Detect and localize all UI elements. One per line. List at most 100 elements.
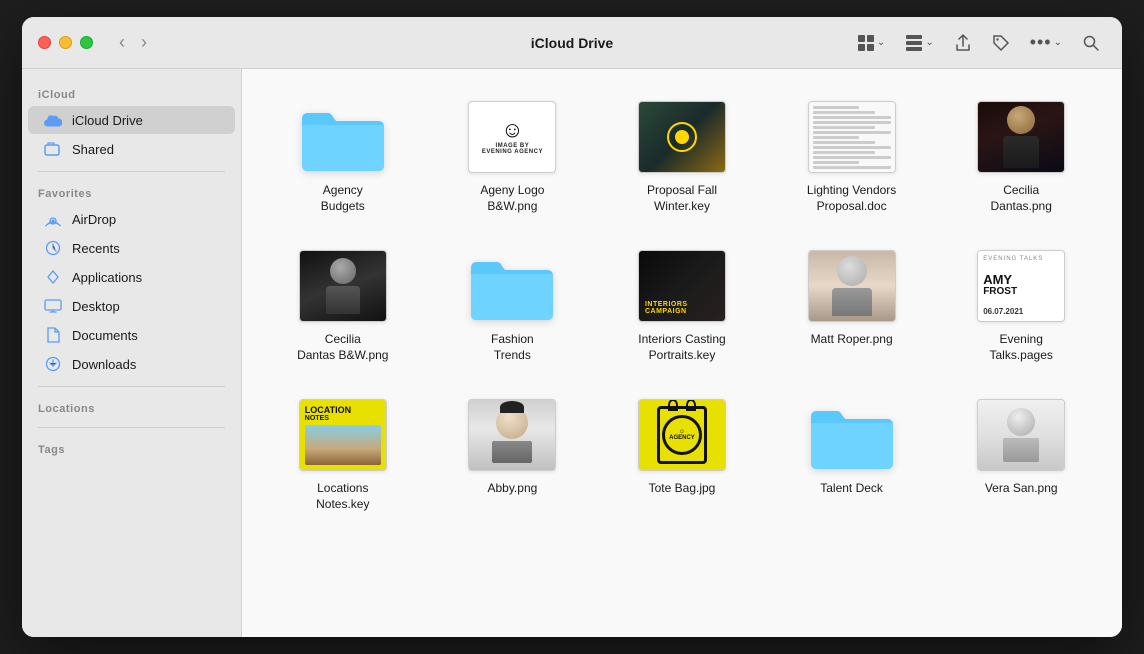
minimize-button[interactable]	[59, 36, 72, 49]
loc-subtitle: NOTES	[305, 415, 381, 422]
browse-icon	[905, 34, 923, 52]
file-thumb-lighting-vendors: PROPOSAL	[802, 97, 902, 177]
view-grid-button[interactable]: ⌄	[851, 30, 891, 56]
lv-line-7	[813, 136, 860, 139]
back-button[interactable]: ‹	[113, 30, 131, 55]
lighting-vendors-bg: PROPOSAL	[809, 102, 895, 172]
folder-icon	[298, 101, 388, 173]
file-name-abby: Abby.png	[487, 481, 537, 497]
sidebar-item-desktop[interactable]: Desktop	[28, 292, 235, 320]
sidebar-item-applications[interactable]: Applications	[28, 263, 235, 291]
file-item-matt-roper[interactable]: Matt Roper.png	[771, 238, 933, 371]
share-button[interactable]	[948, 30, 978, 56]
file-item-vera-san[interactable]: Vera San.png	[940, 387, 1102, 520]
cloud-icon	[44, 111, 62, 129]
proposal-fw-bg	[639, 102, 725, 172]
file-name-interiors: Interiors CastingPortraits.key	[638, 332, 725, 363]
sidebar-item-downloads-label: Downloads	[72, 357, 136, 372]
file-thumb-tote-bag: ☺AGENCY	[632, 395, 732, 475]
file-name-locations-notes: LocationsNotes.key	[316, 481, 369, 512]
maximize-button[interactable]	[80, 36, 93, 49]
downloads-icon	[44, 355, 62, 373]
et-name-container: AMY FROST	[983, 273, 1059, 297]
file-thumb-cecilia-bw	[293, 246, 393, 326]
sidebar-item-documents[interactable]: Documents	[28, 321, 235, 349]
file-thumb-locations-notes: LOCATION NOTES	[293, 395, 393, 475]
file-name-cecilia-bw: CeciliaDantas B&W.png	[297, 332, 388, 363]
file-name-lighting-vendors: Lighting VendorsProposal.doc	[807, 183, 896, 214]
search-icon	[1082, 34, 1100, 52]
file-grid: AgencyBudgets ☺ IMAGE BY EVENING AGENCY	[262, 89, 1102, 521]
tote-circle: ☺AGENCY	[662, 415, 702, 455]
file-item-interiors[interactable]: INTERIORSCAMPAIGN Interiors CastingPortr…	[601, 238, 763, 371]
file-thumb-vera-san	[971, 395, 1071, 475]
sidebar-item-documents-label: Documents	[72, 328, 138, 343]
file-thumb-interiors: INTERIORSCAMPAIGN	[632, 246, 732, 326]
folder-icon-fashion	[467, 250, 557, 322]
locations-section-label: Locations	[22, 395, 241, 419]
preview-matt-roper	[808, 250, 896, 322]
window-title: iCloud Drive	[531, 35, 613, 51]
file-item-abby[interactable]: Abby.png	[432, 387, 594, 520]
preview-proposal-fw	[638, 101, 726, 173]
evening-talks-bg: EVENING TALKS AMY FROST 06.07.2021	[978, 251, 1064, 321]
file-item-locations-notes[interactable]: LOCATION NOTES LocationsNotes.key	[262, 387, 424, 520]
preview-evening-talks: EVENING TALKS AMY FROST 06.07.2021	[977, 250, 1065, 322]
sidebar-item-recents[interactable]: Recents	[28, 234, 235, 262]
sidebar-item-shared-label: Shared	[72, 142, 114, 157]
file-name-vera-san: Vera San.png	[985, 481, 1058, 497]
preview-locations-notes: LOCATION NOTES	[299, 399, 387, 471]
cecilia-bw-bg	[300, 251, 386, 321]
file-name-matt-roper: Matt Roper.png	[811, 332, 893, 348]
applications-icon	[44, 268, 62, 286]
file-item-evening-talks[interactable]: EVENING TALKS AMY FROST 06.07.2021 Eveni…	[940, 238, 1102, 371]
file-thumb-agency-budgets	[293, 97, 393, 177]
file-item-agency-logo[interactable]: ☺ IMAGE BY EVENING AGENCY Ageny LogoB&W.…	[432, 89, 594, 222]
tags-section-label: Tags	[22, 436, 241, 460]
file-item-fashion-trends[interactable]: FashionTrends	[432, 238, 594, 371]
file-item-proposal-fw[interactable]: Proposal FallWinter.key	[601, 89, 763, 222]
file-thumb-matt-roper	[802, 246, 902, 326]
file-item-agency-budgets[interactable]: AgencyBudgets	[262, 89, 424, 222]
et-name: AMY	[983, 273, 1059, 286]
search-button[interactable]	[1076, 30, 1106, 56]
file-thumb-cecilia-dantas	[971, 97, 1071, 177]
more-button[interactable]: ••• ⌄	[1024, 28, 1068, 57]
toolbar-right: ⌄ ⌄	[851, 28, 1106, 57]
sidebar-item-icloud-drive[interactable]: iCloud Drive	[28, 106, 235, 134]
sidebar-item-recents-label: Recents	[72, 241, 120, 256]
file-name-evening-talks: EveningTalks.pages	[990, 332, 1053, 363]
lv-line-13	[813, 166, 891, 169]
preview-cecilia-bw	[299, 250, 387, 322]
nav-buttons: ‹ ›	[113, 30, 153, 55]
main-layout: iCloud iCloud Drive Shared	[22, 69, 1122, 637]
close-button[interactable]	[38, 36, 51, 49]
file-item-talent-deck[interactable]: Talent Deck	[771, 387, 933, 520]
file-item-cecilia-dantas[interactable]: CeciliaDantas.png	[940, 89, 1102, 222]
file-thumb-proposal-fw	[632, 97, 732, 177]
matt-roper-bg	[809, 251, 895, 321]
interiors-text: INTERIORSCAMPAIGN	[645, 301, 688, 315]
tag-button[interactable]	[986, 30, 1016, 56]
file-name-talent-deck: Talent Deck	[820, 481, 883, 497]
lv-line-1	[813, 106, 860, 109]
sidebar-divider-2	[38, 386, 225, 387]
sidebar-item-downloads[interactable]: Downloads	[28, 350, 235, 378]
tote-bg: ☺AGENCY	[639, 400, 725, 470]
file-item-cecilia-bw[interactable]: CeciliaDantas B&W.png	[262, 238, 424, 371]
desktop-icon	[44, 297, 62, 315]
file-item-tote-bag[interactable]: ☺AGENCY Tote Bag.jpg	[601, 387, 763, 520]
file-name-cecilia-dantas: CeciliaDantas.png	[991, 183, 1052, 214]
abby-bg	[469, 400, 555, 470]
tote-inner: ☺AGENCY	[669, 429, 695, 441]
sidebar-item-airdrop[interactable]: AirDrop	[28, 205, 235, 233]
browse-button[interactable]: ⌄	[899, 30, 939, 56]
airdrop-icon	[44, 210, 62, 228]
forward-button[interactable]: ›	[135, 30, 153, 55]
sidebar-item-shared[interactable]: Shared	[28, 135, 235, 163]
file-name-agency-budgets: AgencyBudgets	[321, 183, 365, 214]
sidebar-item-applications-label: Applications	[72, 270, 142, 285]
file-item-lighting-vendors[interactable]: PROPOSAL Lighting VendorsProposal.doc	[771, 89, 933, 222]
preview-interiors: INTERIORSCAMPAIGN	[638, 250, 726, 322]
lv-line-6	[813, 131, 891, 134]
